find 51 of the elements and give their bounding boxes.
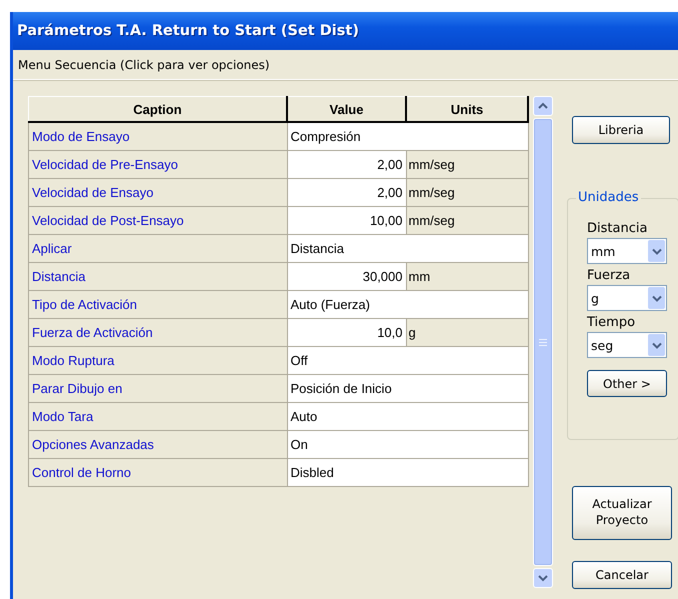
column-header[interactable]: Caption [28,96,287,122]
dropdown[interactable]: g [587,285,667,311]
table-cell[interactable]: Compresión [287,122,528,150]
cancel-button[interactable]: Cancelar [572,561,672,589]
table-cell[interactable]: 10,00 [287,206,406,234]
window-title: Parámetros T.A. Return to Start (Set Dist) [17,23,359,39]
table-cell[interactable]: 30,000 [287,262,406,290]
table-cell[interactable]: 2,00 [287,150,406,178]
update-project-button[interactable]: Actualizar Proyecto [572,486,672,540]
table-cell: Velocidad de Ensayo [28,178,287,206]
caret-up-icon [537,102,549,110]
table-cell[interactable]: 10,0 [287,318,406,346]
table-cell: mm/seg [406,206,528,234]
table-cell: Fuerza de Activación [28,318,287,346]
table-cell[interactable]: 2,00 [287,178,406,206]
table-cell: Velocidad de Post-Ensayo [28,206,287,234]
dropdown[interactable]: seg [587,332,667,358]
table-cell: Parar Dibujo en [28,374,287,402]
grip-icon [539,338,547,346]
other-button[interactable]: Other > [587,370,667,397]
table-cell[interactable]: Auto (Fuerza) [287,290,528,318]
field-label: Tiempo [587,315,636,330]
field-label: Distancia [587,221,648,236]
table-cell[interactable]: On [287,430,528,458]
table-cell[interactable]: Disbled [287,458,528,486]
table-cell: Modo de Ensayo [28,122,287,150]
menu-item[interactable]: Menu Secuencia (Click para ver opciones) [18,58,270,72]
dropdown[interactable]: mm [587,238,667,264]
table-cell[interactable]: Distancia [287,234,528,262]
table-cell: Opciones Avanzadas [28,430,287,458]
table-cell: Distancia [28,262,287,290]
table-cell: Control de Horno [28,458,287,486]
table-cell: mm/seg [406,150,528,178]
table-cell[interactable]: Off [287,346,528,374]
table-cell: Modo Ruptura [28,346,287,374]
column-header[interactable]: Units [406,96,528,122]
table-cell: Modo Tara [28,402,287,430]
scroll-down-button[interactable] [533,568,553,588]
table-cell: Aplicar [28,234,287,262]
table-cell: mm [406,262,528,290]
column-header[interactable]: Value [287,96,406,122]
table-cell: Velocidad de Pre-Ensayo [28,150,287,178]
library-button[interactable]: Libreria [572,116,670,144]
table-cell[interactable]: Posición de Inicio [287,374,528,402]
field-label: Fuerza [587,268,632,283]
table-cell: g [406,318,528,346]
scroll-up-button[interactable] [533,96,553,116]
caret-down-icon [537,574,549,582]
table-cell: mm/seg [406,178,528,206]
table-cell: Tipo de Activación [28,290,287,318]
table-cell[interactable]: Auto [287,402,528,430]
